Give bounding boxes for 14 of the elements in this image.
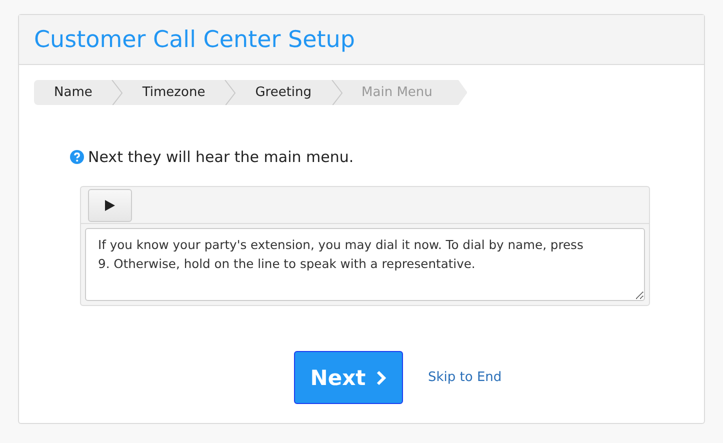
skip-link[interactable]: Skip to End — [428, 370, 502, 385]
play-button[interactable] — [88, 188, 132, 222]
prompt-text: Next they will hear the main menu. — [88, 148, 354, 166]
page-title: Customer Call Center Setup — [34, 26, 355, 52]
message-field[interactable]: If you know your party's extension, you may dial it now. To dial by name, press 9. Otherwise, hold on the line to speak with a representative. — [85, 228, 645, 301]
step-separator — [224, 80, 236, 106]
step-separator — [111, 80, 124, 106]
breadcrumb-step[interactable]: Greeting — [236, 85, 331, 100]
play-icon — [105, 200, 115, 210]
breadcrumb-step[interactable]: Timezone — [123, 85, 224, 100]
breadcrumb-step[interactable]: Name — [34, 85, 112, 100]
step-separator — [330, 80, 343, 106]
help-icon[interactable] — [70, 150, 84, 164]
chevron-icon — [376, 370, 387, 386]
